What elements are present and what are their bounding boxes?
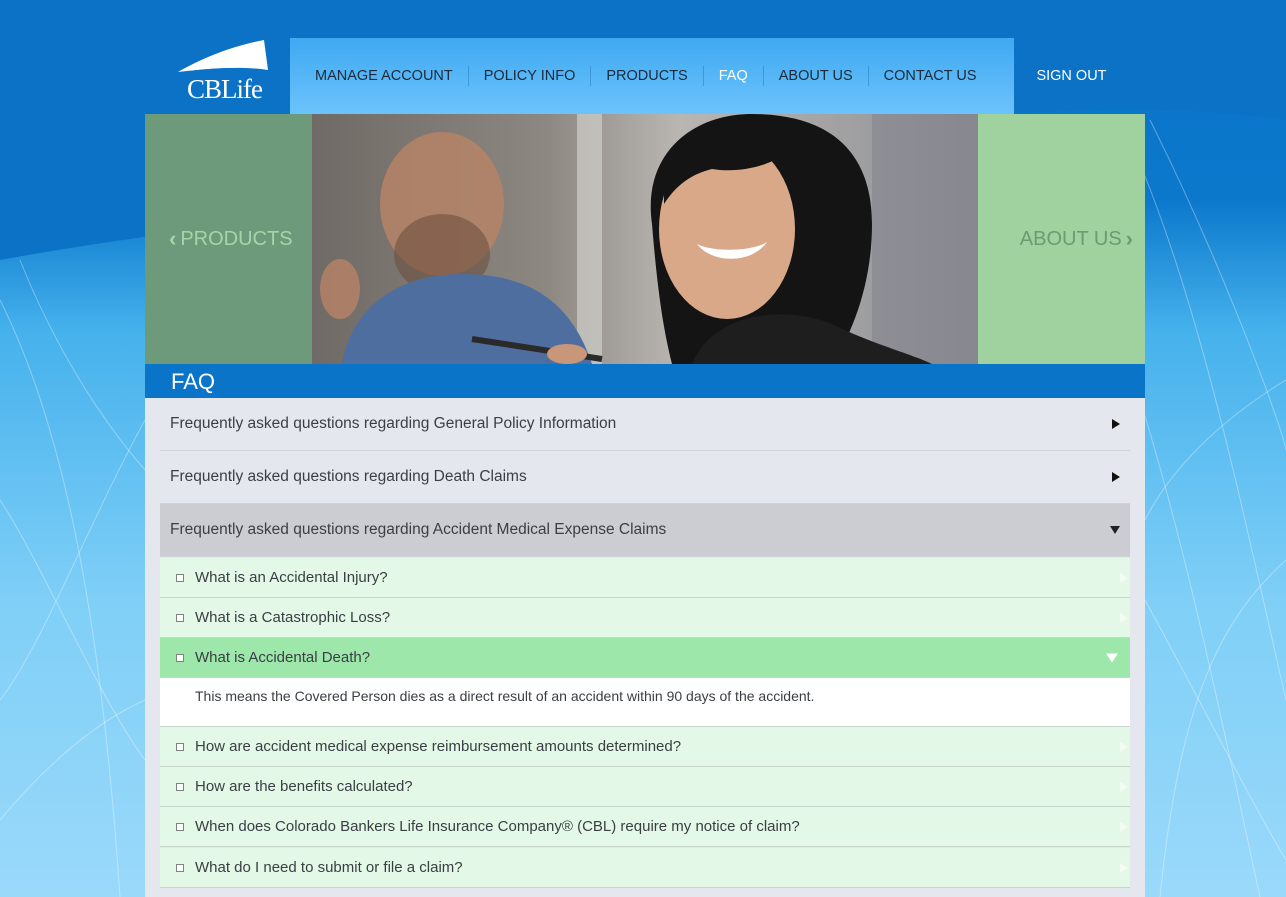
faq-question-label: When does Colorado Bankers Life Insuranc…	[195, 818, 800, 835]
nav-faq[interactable]: FAQ	[702, 66, 763, 86]
nav-products[interactable]: PRODUCTS	[590, 66, 702, 86]
bullet-square-icon	[176, 573, 184, 582]
triangle-down-icon	[1110, 526, 1120, 534]
faq-question-label: What do I need to submit or file a claim…	[195, 859, 463, 876]
nav-manage-account[interactable]: MANAGE ACCOUNT	[290, 66, 468, 86]
sign-out-link[interactable]: SIGN OUT	[1014, 38, 1129, 114]
faq-question-label: What is a Catastrophic Loss?	[195, 609, 391, 626]
page-title: FAQ	[145, 364, 1145, 398]
faq-content: Frequently asked questions regarding Gen…	[145, 398, 1145, 897]
triangle-right-icon	[1112, 472, 1120, 482]
main-nav: MANAGE ACCOUNT POLICY INFO PRODUCTS FAQ …	[290, 38, 1014, 114]
banner-next-button[interactable]: ABOUT US ›	[978, 114, 1145, 364]
logo-text: CBLife	[187, 74, 263, 104]
faq-question-label: What is Accidental Death?	[195, 649, 371, 666]
nav-contact-us[interactable]: CONTACT US	[867, 66, 992, 86]
hero-banner: ‹ PRODUCTS ABOUT US ›	[145, 114, 1145, 364]
faq-category-label: Frequently asked questions regarding Gen…	[170, 415, 617, 432]
faq-question-label: How are accident medical expense reimbur…	[195, 738, 682, 755]
banner-next-label: ABOUT US	[1019, 227, 1122, 250]
faq-question[interactable]: What is a Catastrophic Loss?	[160, 598, 1130, 638]
faq-category-death-claims[interactable]: Frequently asked questions regarding Dea…	[160, 451, 1130, 504]
faq-category-general-policy[interactable]: Frequently asked questions regarding Gen…	[160, 398, 1130, 451]
faq-question-label: What is an Accidental Injury?	[195, 569, 388, 586]
faq-question-label: How are the benefits calculated?	[195, 778, 413, 795]
hero-photo	[312, 114, 978, 364]
chevron-left-icon: ‹	[169, 226, 177, 251]
faq-question[interactable]: What do I need to submit or file a claim…	[160, 848, 1130, 888]
faq-answer: This means the Covered Person dies as a …	[160, 678, 1130, 727]
faq-question[interactable]: When does Colorado Bankers Life Insuranc…	[160, 807, 1130, 847]
faq-category-label: Frequently asked questions regarding Acc…	[170, 521, 667, 538]
faq-question-expanded[interactable]: What is Accidental Death?	[160, 638, 1130, 678]
nav-policy-info[interactable]: POLICY INFO	[467, 66, 591, 86]
faq-question[interactable]: How are the benefits calculated?	[160, 767, 1130, 807]
arrow-right-icon	[1120, 781, 1128, 792]
banner-prev-label: PRODUCTS	[180, 227, 293, 250]
faq-question[interactable]: How are accident medical expense reimbur…	[160, 727, 1130, 767]
bullet-square-icon	[176, 822, 184, 831]
triangle-right-icon	[1112, 419, 1120, 429]
chevron-right-icon: ›	[1125, 226, 1133, 251]
bullet-square-icon	[176, 742, 184, 751]
nav-about-us[interactable]: ABOUT US	[762, 66, 868, 86]
faq-category-label: Frequently asked questions regarding Dea…	[170, 468, 527, 485]
arrow-down-icon	[1106, 653, 1118, 662]
banner-prev-button[interactable]: ‹ PRODUCTS	[145, 114, 312, 364]
bullet-square-icon	[176, 653, 184, 662]
arrow-right-icon	[1120, 821, 1128, 832]
bullet-square-icon	[176, 863, 184, 872]
cblife-logo[interactable]: CBLife	[172, 38, 290, 114]
arrow-right-icon	[1120, 612, 1128, 623]
arrow-right-icon	[1120, 572, 1128, 583]
bullet-square-icon	[176, 782, 184, 791]
faq-category-accident-medical[interactable]: Frequently asked questions regarding Acc…	[160, 504, 1130, 557]
arrow-right-icon	[1120, 741, 1128, 752]
bullet-square-icon	[176, 613, 184, 622]
faq-question[interactable]: What is an Accidental Injury?	[160, 558, 1130, 598]
arrow-right-icon	[1120, 862, 1128, 873]
